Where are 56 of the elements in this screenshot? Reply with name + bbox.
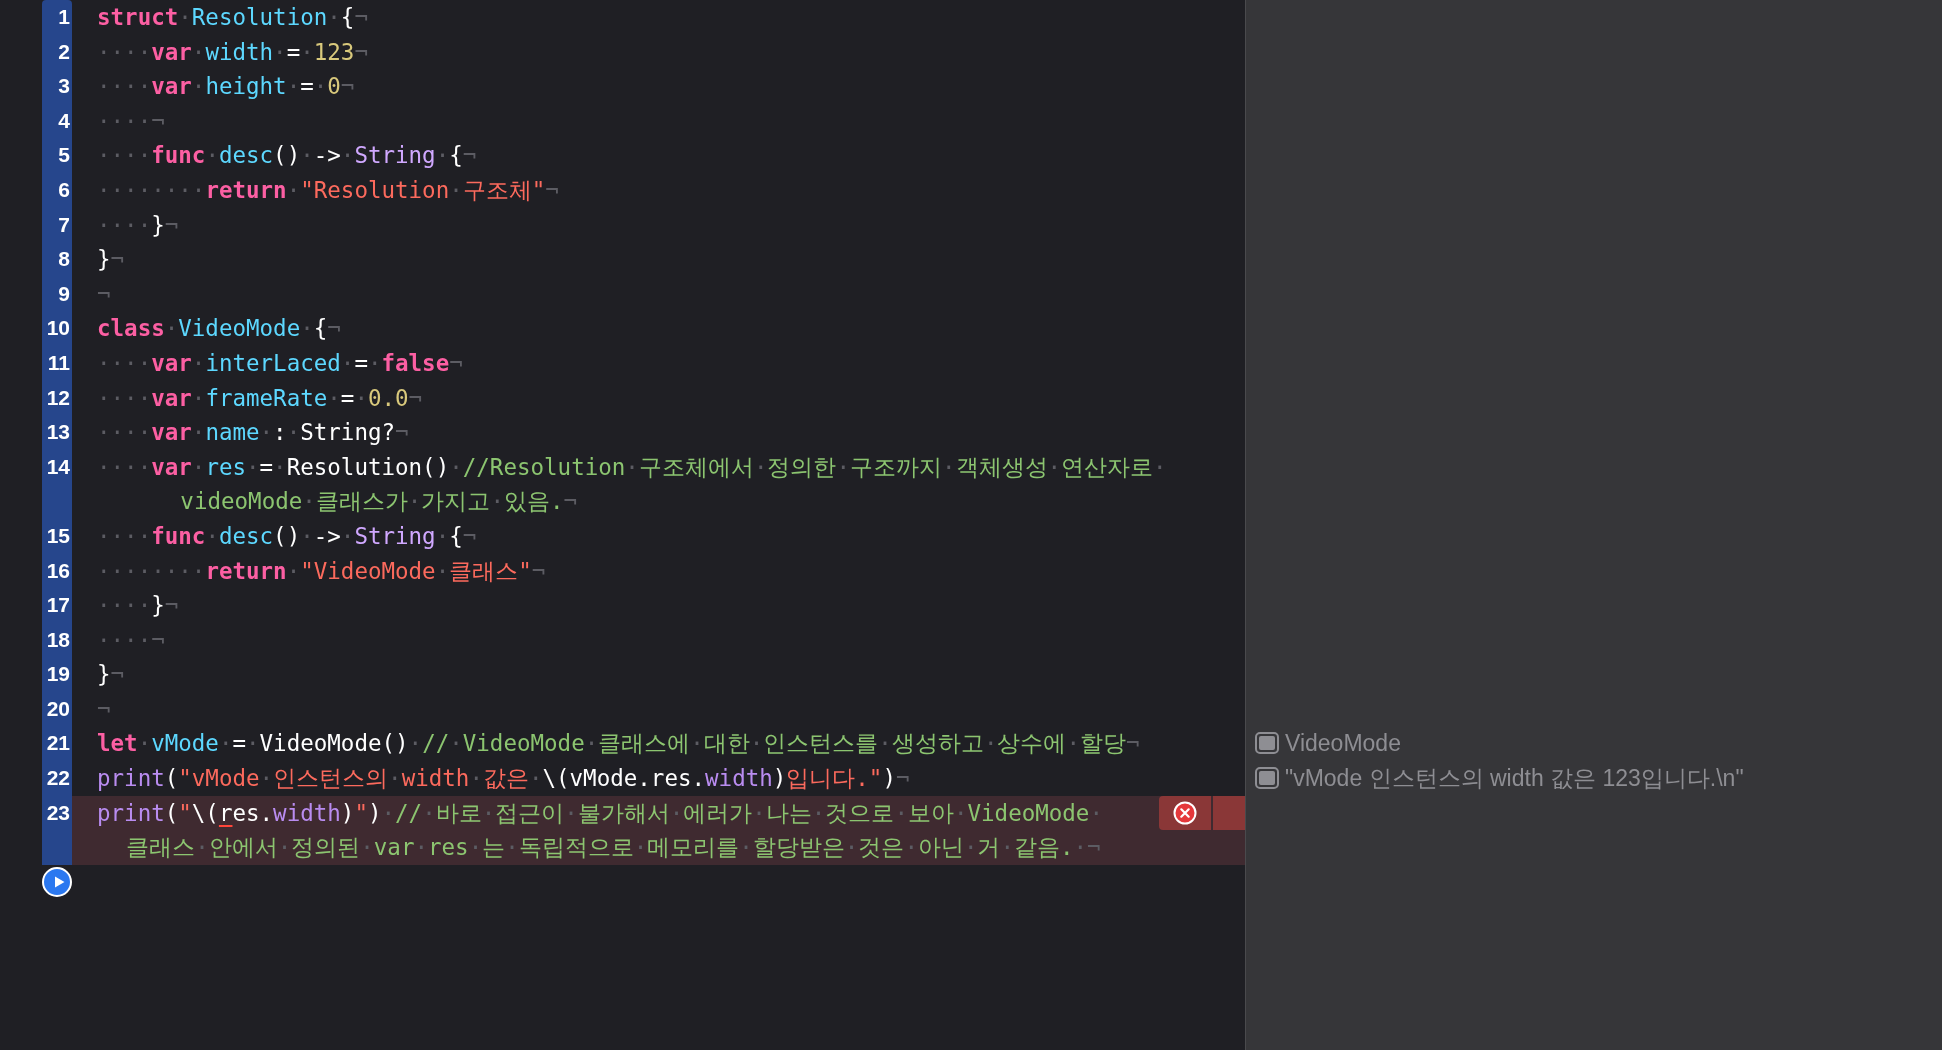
error-badge[interactable] <box>1159 795 1211 831</box>
line-number: 2 <box>58 38 70 65</box>
code-line: ····var·height·=·0¬ <box>96 72 355 102</box>
line-number: 5 <box>58 142 70 169</box>
code-line: print("vMode·인스턴스의·width·값은·\(vMode.res.width)입니다.")¬ <box>96 764 910 794</box>
line-number: 21 <box>46 730 70 757</box>
code-line: ····¬ <box>96 106 165 136</box>
code-line: ····var·frameRate·=·0.0¬ <box>96 383 423 413</box>
line-number: 23 <box>46 799 70 826</box>
code-line: class·VideoMode·{¬ <box>96 314 341 344</box>
line-number: 12 <box>46 384 70 411</box>
line-number: 15 <box>46 522 70 549</box>
line-number: 14 <box>46 453 70 480</box>
line-number: 22 <box>46 765 70 792</box>
code-line: 클래스·안에서·정의된·var·res·는·독립적으로·메모리를·할당받은·것은·아닌·거·같음.·¬ <box>125 833 1101 863</box>
code-line: }¬ <box>96 660 125 690</box>
code-line: ¬ <box>96 279 111 309</box>
code-line: videoMode·클래스가·가지고·있음.¬ <box>179 487 577 517</box>
code-line: ····var·width·=·123¬ <box>96 37 368 67</box>
line-number: 7 <box>58 211 70 238</box>
result-value: VideoMode <box>1285 729 1401 759</box>
result-toggle-button[interactable] <box>1255 732 1279 755</box>
code-line: }¬ <box>96 245 125 275</box>
code-line: ¬ <box>96 694 111 724</box>
line-number: 10 <box>46 315 70 342</box>
error-icon <box>1173 800 1197 825</box>
code-line: ········return·"VideoMode·클래스"¬ <box>96 556 546 586</box>
code-line: ····var·interLaced·=·false¬ <box>96 348 463 378</box>
line-number: 19 <box>46 661 70 688</box>
code-line: ····}¬ <box>96 591 179 621</box>
code-line: ····func·desc()·->·String·{¬ <box>96 521 477 551</box>
code-line: ····func·desc()·->·String·{¬ <box>96 141 477 171</box>
code-line: print("\(res.width)")·//·바로·접근이·불가해서·에러가·나는·것으로·보아·VideoMode· <box>96 798 1103 828</box>
code-line: let·vMode·=·VideoMode()·//·VideoMode·클래스에·대한·인스턴스를·생성하고·상수에·할당¬ <box>96 729 1140 759</box>
result-toggle-button[interactable] <box>1255 767 1279 790</box>
line-number: 9 <box>58 280 70 307</box>
code-line: ····var·res·=·Resolution()·//Resolution·구조체에서·정의한·구조까지·객체생성·연산자로· <box>96 452 1167 482</box>
run-button[interactable] <box>42 866 72 897</box>
line-number: 4 <box>58 107 70 134</box>
result-value: "vMode 인스턴스의 width 값은 123입니다.\n" <box>1285 764 1744 794</box>
code-line: ········return·"Resolution·구조체"¬ <box>96 175 559 205</box>
line-number: 17 <box>46 592 70 619</box>
code-line: struct·Resolution·{¬ <box>96 3 368 32</box>
code-line: ····var·name·:·String?¬ <box>96 418 409 448</box>
line-number: 20 <box>46 695 70 722</box>
code-line: ····¬ <box>96 625 165 655</box>
line-number: 6 <box>58 176 70 203</box>
error-indicator <box>1213 795 1245 831</box>
code-line: ····}¬ <box>96 210 179 240</box>
line-number: 8 <box>58 246 70 273</box>
line-number: 16 <box>46 557 70 584</box>
line-number: 13 <box>46 419 70 446</box>
line-number: 1 <box>58 4 70 30</box>
line-number: 3 <box>58 73 70 100</box>
line-number: 18 <box>46 626 70 653</box>
line-number: 11 <box>47 349 70 376</box>
